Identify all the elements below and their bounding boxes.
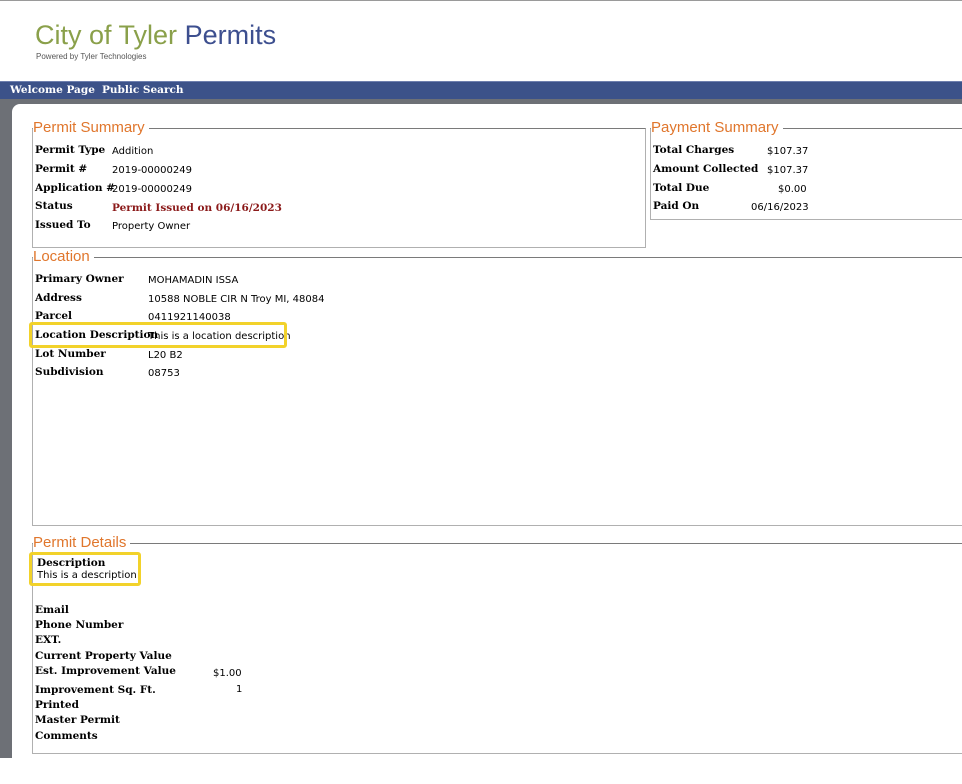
est-improvement-value: $1.00 xyxy=(213,668,242,679)
ext-label: EXT. xyxy=(35,634,62,646)
permit-details-title: Permit Details xyxy=(33,534,127,551)
improvement-sqft-value: 1 xyxy=(236,684,243,695)
permit-type-value: Addition xyxy=(112,146,154,157)
location-description-highlight xyxy=(29,322,287,348)
application-number-value: 2019-00000249 xyxy=(112,184,192,195)
powered-by-text: Powered by Tyler Technologies xyxy=(36,52,147,61)
primary-owner-label: Primary Owner xyxy=(35,273,124,285)
permit-summary-title: Permit Summary xyxy=(33,119,145,136)
total-charges-label: Total Charges xyxy=(653,144,735,156)
address-label: Address xyxy=(35,292,82,304)
location-section: Location xyxy=(32,248,962,526)
page-header: City of Tyler Permits Powered by Tyler T… xyxy=(0,1,962,81)
permit-type-label: Permit Type xyxy=(35,144,106,156)
improvement-sqft-label: Improvement Sq. Ft. xyxy=(35,684,156,696)
status-label: Status xyxy=(35,200,73,212)
location-title: Location xyxy=(33,248,90,265)
phone-number-label: Phone Number xyxy=(35,619,124,631)
total-charges-value: $107.37 xyxy=(767,146,809,157)
brand-city: City of Tyler xyxy=(35,20,178,50)
current-property-value-label: Current Property Value xyxy=(35,650,172,662)
amount-collected-value: $107.37 xyxy=(767,165,809,176)
permit-details-section: Permit Details xyxy=(32,534,962,754)
lot-number-value: L20 B2 xyxy=(148,350,183,361)
email-label: Email xyxy=(35,604,69,616)
address-value: 10588 NOBLE CIR N Troy MI, 48084 xyxy=(148,294,325,305)
issued-to-label: Issued To xyxy=(35,219,91,231)
total-due-label: Total Due xyxy=(653,182,710,194)
lot-number-label: Lot Number xyxy=(35,348,106,360)
printed-label: Printed xyxy=(35,699,79,711)
nav-public-search[interactable]: Public Search xyxy=(102,84,184,96)
description-highlight xyxy=(29,552,141,586)
amount-collected-label: Amount Collected xyxy=(653,163,759,175)
nav-welcome-page[interactable]: Welcome Page xyxy=(10,84,95,96)
subdivision-label: Subdivision xyxy=(35,366,104,378)
issued-to-value: Property Owner xyxy=(112,221,191,232)
status-value: Permit Issued on 06/16/2023 xyxy=(112,202,282,214)
permit-number-label: Permit # xyxy=(35,163,88,175)
payment-summary-title: Payment Summary xyxy=(651,119,779,136)
comments-label: Comments xyxy=(35,730,98,742)
parcel-label: Parcel xyxy=(35,310,73,322)
application-number-label: Application # xyxy=(35,182,115,194)
brand-permits: Permits xyxy=(184,20,277,50)
site-logo[interactable]: City of Tyler Permits xyxy=(35,20,276,50)
content-panel: Permit Summary Permit Type Addition Perm… xyxy=(12,104,962,784)
master-permit-label: Master Permit xyxy=(35,714,120,726)
est-improvement-value-label: Est. Improvement Value xyxy=(35,665,176,677)
total-due-value: $0.00 xyxy=(778,184,807,195)
top-nav-bar: Welcome Page Public Search xyxy=(0,81,962,99)
subdivision-value: 08753 xyxy=(148,368,180,379)
primary-owner-value: MOHAMADIN ISSA xyxy=(148,275,239,286)
paid-on-value: 06/16/2023 xyxy=(751,202,809,213)
permit-number-value: 2019-00000249 xyxy=(112,165,192,176)
paid-on-label: Paid On xyxy=(653,200,700,212)
